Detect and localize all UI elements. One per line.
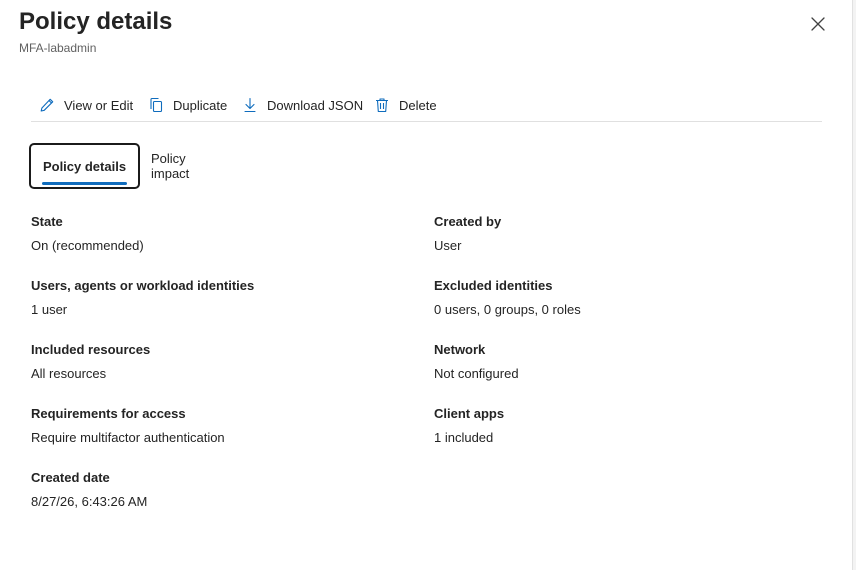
field-label: Network bbox=[434, 342, 486, 357]
field-requirements: Requirements for access Require multifac… bbox=[31, 406, 225, 446]
tab-policy-impact-label: Policy impact bbox=[151, 151, 190, 181]
tab-policy-details-label: Policy details bbox=[42, 158, 127, 174]
field-client-apps: Client apps 1 included bbox=[434, 406, 504, 446]
field-label: Included resources bbox=[31, 342, 151, 357]
page-subtitle: MFA-labadmin bbox=[19, 41, 97, 55]
tab-policy-impact[interactable]: Policy impact bbox=[151, 143, 189, 189]
download-json-label: Download JSON bbox=[267, 97, 364, 113]
field-value: Require multifactor authentication bbox=[31, 430, 225, 445]
field-label: Excluded identities bbox=[434, 278, 553, 293]
field-label: Users, agents or workload identities bbox=[31, 278, 255, 293]
field-label: Client apps bbox=[434, 406, 505, 421]
download-icon bbox=[244, 97, 256, 113]
field-value: All resources bbox=[31, 366, 107, 381]
policy-details-panel: Policy details MFA-labadmin View or Edit… bbox=[0, 0, 852, 570]
download-json-button[interactable]: Download JSON bbox=[242, 94, 363, 116]
delete-button[interactable]: Delete bbox=[374, 94, 437, 116]
field-network: Network Not configured bbox=[434, 342, 519, 382]
duplicate-button[interactable]: Duplicate bbox=[148, 94, 227, 116]
page-title: Policy details bbox=[19, 8, 173, 35]
delete-label: Delete bbox=[399, 97, 437, 113]
duplicate-label: Duplicate bbox=[173, 97, 228, 113]
field-label: State bbox=[31, 214, 63, 229]
field-users: Users, agents or workload identities 1 u… bbox=[31, 278, 254, 318]
field-state: State On (recommended) bbox=[31, 214, 144, 254]
field-created-date: Created date 8/27/26, 6:43:26 AM bbox=[31, 470, 147, 510]
field-value: Not configured bbox=[434, 366, 519, 381]
field-value: 1 user bbox=[31, 302, 68, 317]
active-tab-indicator bbox=[42, 182, 127, 185]
field-value: 1 included bbox=[434, 430, 494, 445]
field-value: On (recommended) bbox=[31, 238, 144, 253]
field-label: Created date bbox=[31, 470, 110, 485]
panel-edge bbox=[852, 0, 856, 570]
trash-icon bbox=[376, 98, 388, 113]
view-edit-button[interactable]: View or Edit bbox=[39, 94, 133, 116]
copy-icon bbox=[150, 97, 163, 113]
field-created-by: Created by User bbox=[434, 214, 501, 254]
field-label: Created by bbox=[434, 214, 502, 229]
field-value: User bbox=[434, 238, 462, 253]
command-bar: View or Edit Duplicate Download JSON Del… bbox=[31, 90, 822, 122]
close-icon bbox=[811, 17, 825, 31]
view-edit-label: View or Edit bbox=[64, 97, 134, 113]
field-label: Requirements for access bbox=[31, 406, 186, 421]
field-excluded-identities: Excluded identities 0 users, 0 groups, 0… bbox=[434, 278, 581, 318]
field-included-resources: Included resources All resources bbox=[31, 342, 150, 382]
field-value: 8/27/26, 6:43:26 AM bbox=[31, 494, 148, 509]
field-value: 0 users, 0 groups, 0 roles bbox=[434, 302, 581, 317]
close-button[interactable] bbox=[806, 12, 830, 36]
pencil-icon bbox=[40, 98, 54, 112]
tab-policy-details[interactable]: Policy details bbox=[29, 143, 140, 189]
